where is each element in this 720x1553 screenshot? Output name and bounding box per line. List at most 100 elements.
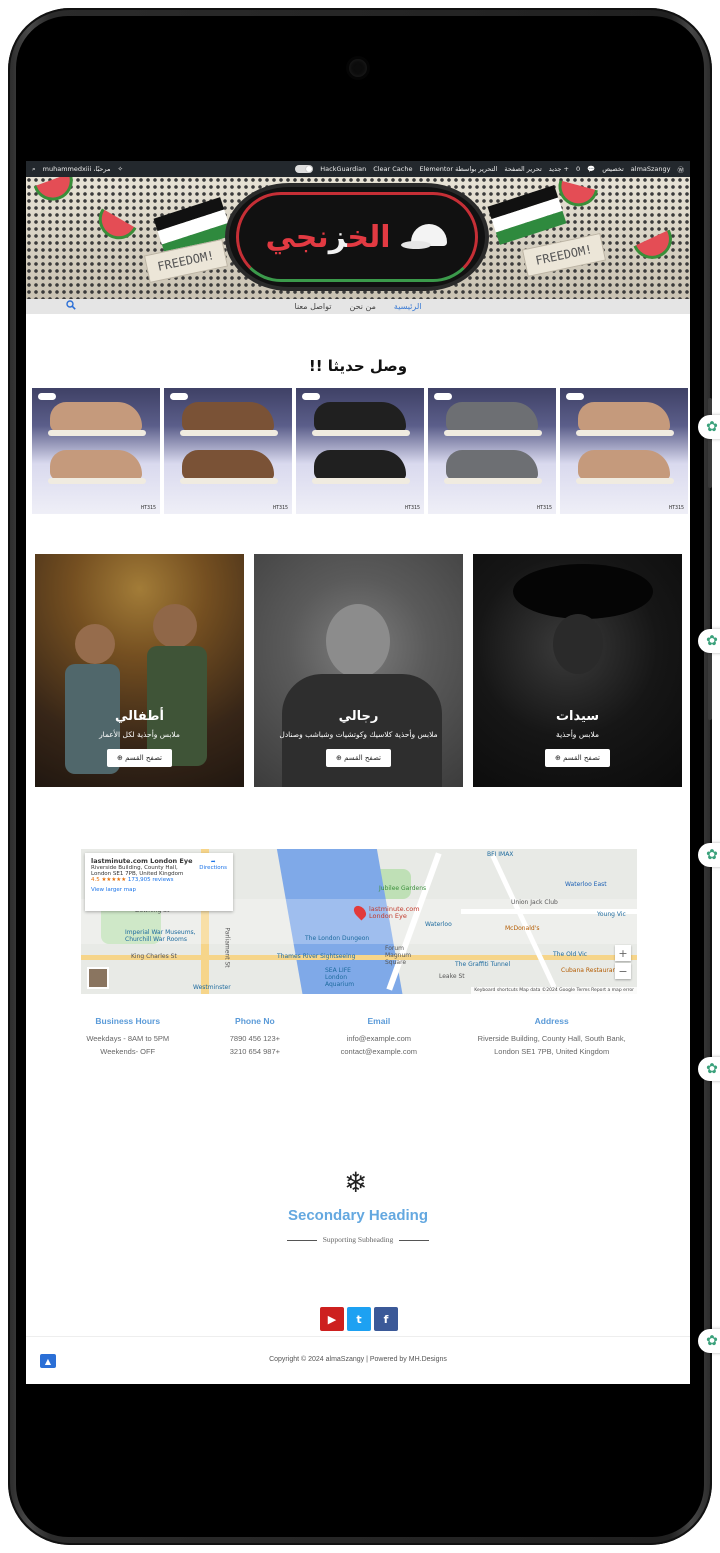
browse-button-label: تصفح القسم (125, 754, 162, 762)
product-card[interactable]: HT315 (296, 388, 424, 514)
comments-count[interactable]: 0 (576, 165, 580, 173)
category-grid: أطفالي ملابس وأحذية لكل الأعمار تصفح الق… (35, 554, 690, 787)
admin-edit-page[interactable]: تحرير الصفحة (504, 165, 541, 173)
contact-heading: Address (534, 1016, 569, 1026)
shoe-image (576, 402, 674, 436)
contact-line: Riverside Building, County Hall, South B… (477, 1034, 626, 1043)
admin-greeting[interactable]: مرحبًا، muhammedxiii (43, 165, 111, 173)
shoe-image (444, 450, 542, 484)
zoom-in-button[interactable]: + (615, 945, 631, 961)
chat-widget-icon[interactable]: ✿ (698, 629, 720, 653)
wordpress-icon[interactable]: Ⓦ (678, 164, 685, 174)
site-logo[interactable]: الخزنجي (229, 187, 485, 287)
nav-item-home[interactable]: الرئيسية (394, 302, 422, 311)
admin-customize[interactable]: تخصيص (602, 165, 624, 173)
product-code: HT315 (668, 505, 684, 511)
contact-line[interactable]: contact@example.com (341, 1045, 417, 1058)
contact-line[interactable]: 3210 654 987+ (230, 1045, 280, 1058)
shoe-image (48, 450, 146, 484)
copyright-text: Copyright © 2024 almaSzangy | Powered by… (269, 1356, 447, 1363)
facebook-icon[interactable]: f (374, 1307, 398, 1331)
browse-category-button[interactable]: تصفح القسم ⊕ (326, 749, 391, 767)
product-code: HT315 (404, 505, 420, 511)
nav-item-about[interactable]: من نحن (350, 302, 376, 311)
category-title: سيدات (555, 709, 600, 724)
chat-widget-icon[interactable]: ✿ (698, 415, 720, 439)
brand-badge (434, 393, 452, 400)
shoe-image (312, 450, 410, 484)
man-figure (326, 604, 390, 678)
category-card-kids[interactable]: أطفالي ملابس وأحذية لكل الأعمار تصفح الق… (35, 554, 244, 787)
contact-line: Weekends- OFF (100, 1047, 156, 1056)
product-code: HT315 (140, 505, 156, 511)
product-carousel[interactable]: HT315 HT315 HT315 HT315 HT315 (32, 388, 690, 514)
search-icon[interactable]: ⌕ (32, 165, 36, 174)
map-label: Westminster (193, 984, 231, 991)
product-card[interactable]: HT315 (428, 388, 556, 514)
contact-info: Business Hours Weekdays - 8AM to 5PM Wee… (56, 1016, 656, 1058)
map-label: Jubilee Gardens (379, 885, 427, 892)
admin-hackguardian[interactable]: HackGuardian (320, 165, 366, 173)
chat-widget-icon[interactable]: ✿ (698, 1057, 720, 1081)
product-code: HT315 (536, 505, 552, 511)
contact-line[interactable]: 7890 456 123+ (230, 1032, 280, 1045)
chat-widget-icon[interactable]: ✿ (698, 843, 720, 867)
category-card-men[interactable]: رجالي ملابس وأحذية كلاسيك وكوتشيات وشباش… (254, 554, 463, 787)
search-icon[interactable] (66, 300, 76, 312)
map-label: The Graffiti Tunnel (455, 961, 511, 968)
map-label: McDonald's (505, 925, 540, 932)
map-label: Thames River Sightseeing (277, 953, 356, 960)
browse-button-label: تصفح القسم (563, 754, 600, 762)
contact-heading: Phone No (235, 1016, 275, 1026)
chat-widget-icon[interactable]: ✿ (698, 1329, 720, 1353)
youtube-icon[interactable]: ▶ (320, 1307, 344, 1331)
map-label: Young Vic (597, 911, 626, 918)
volume-button (708, 398, 712, 488)
map-reviews-link[interactable]: 173,905 reviews (128, 877, 174, 883)
brand-badge (38, 393, 56, 400)
admin-clear-cache[interactable]: Clear Cache (373, 165, 412, 173)
admin-elementor[interactable]: التحرير بواسطة Elementor (419, 165, 497, 173)
contact-heading: Business Hours (95, 1016, 161, 1026)
directions-label: Directions (199, 865, 227, 871)
map-label: Forum Magnum Square (385, 945, 412, 966)
main-navigation: الرئيسية من نحن تواصل معنا (26, 299, 690, 314)
twitter-icon[interactable]: t (347, 1307, 371, 1331)
admin-site-name[interactable]: almaSzangy (631, 165, 671, 173)
browse-category-button[interactable]: تصفح القسم ⊕ (545, 749, 610, 767)
product-card[interactable]: HT315 (164, 388, 292, 514)
dark-mode-toggle[interactable] (295, 165, 314, 173)
secondary-heading: Secondary Heading (287, 1207, 429, 1224)
shoe-image (180, 450, 278, 484)
view-larger-map-link[interactable]: View larger map (91, 887, 136, 893)
footer-divider (26, 1336, 690, 1337)
category-card-women[interactable]: سيدات ملابس وأحذية تصفح القسم ⊕ (473, 554, 682, 787)
sparkle-icon[interactable]: ✧ (117, 165, 122, 173)
new-arrivals-title: وصل حديثا !! (308, 357, 408, 375)
product-card[interactable]: HT315 (560, 388, 688, 514)
flag-decoration (487, 185, 567, 245)
contact-line[interactable]: info@example.com (341, 1032, 417, 1045)
directions-button[interactable]: ➦ Directions (199, 859, 227, 871)
admin-new[interactable]: + جديد (549, 165, 569, 173)
map-pin-label: lastminute.com London Eye (369, 905, 420, 921)
watermelon-decoration (91, 208, 137, 247)
product-card[interactable]: HT315 (32, 388, 160, 514)
contact-email: Email info@example.com contact@example.c… (341, 1016, 417, 1058)
cap-icon (400, 224, 449, 250)
logo-wordmark: الخزنجي (265, 219, 391, 255)
admin-new-label: جديد (548, 165, 562, 173)
nav-item-contact[interactable]: تواصل معنا (295, 302, 332, 311)
map-label: Waterloo (425, 921, 452, 928)
category-title: أطفالي (115, 709, 164, 724)
google-map[interactable]: Waterloo East Union Jack Club Waterloo Y… (81, 849, 637, 994)
header-banner: FREEDOM! FREEDOM! الخزنجي (26, 177, 690, 299)
shoe-image (48, 402, 146, 436)
map-label: Parliament St (223, 927, 231, 968)
pegman-icon[interactable] (87, 967, 109, 989)
zoom-out-button[interactable]: − (615, 963, 631, 979)
brand-badge (170, 393, 188, 400)
snowflake-icon: ❄ (344, 1166, 368, 1199)
browse-category-button[interactable]: تصفح القسم ⊕ (107, 749, 172, 767)
comments-icon[interactable]: 💬 (587, 165, 595, 173)
